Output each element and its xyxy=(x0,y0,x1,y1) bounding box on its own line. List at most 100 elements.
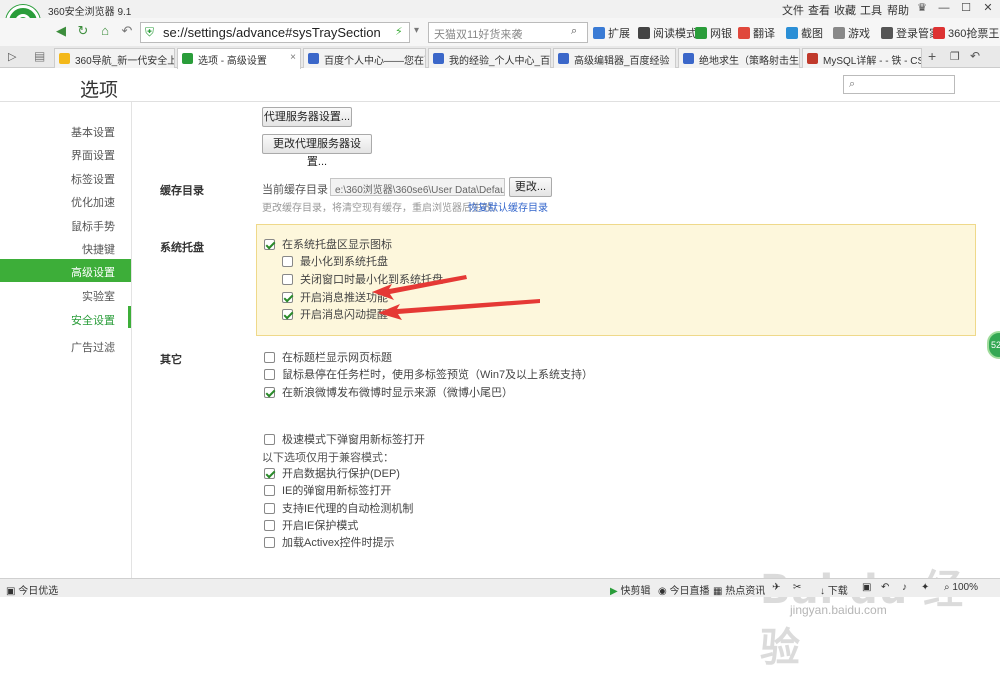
change-proxy-button[interactable]: 更改代理服务器设置... xyxy=(262,134,372,168)
speed-popup-checkbox[interactable]: 极速模式下弹窗用新标签打开 xyxy=(264,431,425,447)
address-bar[interactable]: ⛨ se://settings/advance#sysTraySection ⚡ xyxy=(140,22,410,43)
settings-search-input[interactable]: ⌕ xyxy=(843,75,955,94)
menu-view[interactable]: 查看 xyxy=(808,2,830,18)
sidebar-item-mouse-gesture[interactable]: 鼠标手势 xyxy=(71,218,115,234)
tab-editor[interactable]: 高级编辑器_百度经验 xyxy=(553,48,676,68)
ext-reader[interactable]: 阅读模式 xyxy=(638,25,697,41)
ext-games[interactable]: 游戏 xyxy=(833,25,870,41)
volume-icon[interactable]: ♪ xyxy=(902,582,907,593)
page-list-icon[interactable]: ▤ xyxy=(34,49,45,63)
checkbox-box[interactable] xyxy=(282,291,293,303)
tab-baidu-center[interactable]: 百度个人中心——您在百 xyxy=(303,48,426,68)
ext-bank[interactable]: 网银 xyxy=(695,25,732,41)
ext-tickets[interactable]: 360抢票王 xyxy=(933,25,999,41)
scissors-icon[interactable]: ✂ xyxy=(793,582,801,593)
sidebar-item-basic[interactable]: 基本设置 xyxy=(71,124,115,140)
zoom-level[interactable]: ⌕ 100% xyxy=(944,582,978,593)
tab-settings[interactable]: 选项 - 高级设置 × xyxy=(177,48,301,69)
home-icon[interactable]: ⌂ xyxy=(96,22,114,40)
ie-popup-checkbox[interactable]: IE的弹窗用新标签打开 xyxy=(264,482,391,498)
weibo-source-checkbox[interactable]: 在新浪微博发布微博时显示来源（微博小尾巴） xyxy=(264,384,513,400)
downloads[interactable]: ↓ 下载 xyxy=(820,582,848,597)
sidebar-item-lab[interactable]: 实验室 xyxy=(82,288,115,304)
ext-screenshot[interactable]: 截图 xyxy=(786,25,823,41)
back-icon[interactable]: ◀ xyxy=(52,22,70,40)
ext-login[interactable]: 登录管家 xyxy=(881,25,940,41)
tab-bar: ▷ ▤ 360导航_新一代安全上网 选项 - 高级设置 × 百度个人中心——您在百… xyxy=(0,46,1000,69)
tools-status-icon[interactable]: ✦ xyxy=(921,582,929,593)
skin-icon[interactable]: ♛ xyxy=(912,0,932,17)
sidebar-item-adblock[interactable]: 广告过滤 xyxy=(71,339,115,355)
undo-close-icon[interactable]: ↶ xyxy=(118,22,136,40)
restore-tab-icon[interactable]: ↶ xyxy=(970,49,980,63)
tab-mysql[interactable]: MySQL详解 - - 铁 - CS xyxy=(802,48,922,68)
checkbox-box[interactable] xyxy=(264,502,275,514)
title-bar-checkbox[interactable]: 在标题栏显示网页标题 xyxy=(264,349,392,365)
sidebar-item-tabs[interactable]: 标签设置 xyxy=(71,171,115,187)
checkbox-box[interactable] xyxy=(264,536,275,548)
ie-proxy-checkbox[interactable]: 支持IE代理的自动检测机制 xyxy=(264,500,413,516)
url-dropdown-icon[interactable]: ▾ xyxy=(414,25,419,36)
checkbox-box[interactable] xyxy=(264,433,275,445)
ext-reader-label: 阅读模式 xyxy=(653,28,697,40)
search-bar[interactable]: 天猫双11好货来袭 ⌕ xyxy=(428,22,588,43)
screenshot-status-icon[interactable]: ▣ xyxy=(862,582,871,593)
menu-file[interactable]: 文件 xyxy=(782,2,804,18)
checkbox-box[interactable] xyxy=(264,386,275,398)
checkbox-box[interactable] xyxy=(264,238,275,250)
checkbox-box[interactable] xyxy=(264,368,275,380)
menu-tools[interactable]: 工具 xyxy=(860,2,882,18)
checkbox-box[interactable] xyxy=(264,519,275,531)
maximize-button[interactable]: ☐ xyxy=(956,0,976,17)
accelerate-icon[interactable]: ✈ xyxy=(772,582,780,593)
sidebar-item-optimize[interactable]: 优化加速 xyxy=(71,194,115,210)
tab-label: 高级编辑器_百度经验 xyxy=(574,56,670,67)
proxy-settings-button[interactable]: 代理服务器设置... xyxy=(262,107,352,127)
sidebar-item-interface[interactable]: 界面设置 xyxy=(71,147,115,163)
dep-checkbox[interactable]: 开启数据执行保护(DEP) xyxy=(264,465,400,481)
change-cache-button[interactable]: 更改... xyxy=(509,177,552,197)
close-tab-icon[interactable]: × xyxy=(290,52,296,63)
tab-overview-icon[interactable]: ❐ xyxy=(950,50,960,63)
checkbox-box[interactable] xyxy=(264,467,275,479)
quick-edit[interactable]: ▶ 快剪辑 xyxy=(610,582,650,597)
sidebar-item-advanced[interactable]: 高级设置 xyxy=(0,259,131,282)
hot-news[interactable]: ▦ 热点资讯 xyxy=(713,582,765,597)
sidebar-item-security[interactable]: 安全设置 xyxy=(71,312,115,328)
new-tab-icon[interactable]: + xyxy=(928,48,936,64)
restore-default-cache-link[interactable]: 恢复默认缓存目录 xyxy=(468,199,548,214)
today-picks[interactable]: ▣ 今日优选 xyxy=(6,582,58,597)
checkbox-label: 极速模式下弹窗用新标签打开 xyxy=(282,434,425,446)
refresh-icon[interactable]: ↻ xyxy=(74,22,92,40)
tab-pubg[interactable]: 绝地求生（策略射击生存 xyxy=(678,48,800,68)
tab-my-experience[interactable]: 我的经验_个人中心_百度 xyxy=(428,48,551,68)
sidebar-toggle-icon[interactable]: ▷ xyxy=(8,50,16,63)
ext-translate-label: 翻译 xyxy=(753,28,775,40)
floating-speed-ball[interactable]: 52 xyxy=(987,331,1000,359)
menu-help[interactable]: 帮助 xyxy=(887,2,909,18)
close-window-button[interactable]: ✕ xyxy=(978,0,998,17)
search-icon[interactable]: ⌕ xyxy=(571,25,577,38)
ie-protect-checkbox[interactable]: 开启IE保护模式 xyxy=(264,517,358,533)
show-tray-icon-checkbox[interactable]: 在系统托盘区显示图标 xyxy=(264,236,392,252)
minimize-to-tray-checkbox[interactable]: 最小化到系统托盘 xyxy=(282,253,388,269)
minimize-button[interactable]: — xyxy=(934,0,954,17)
sidebar-item-shortcuts[interactable]: 快捷键 xyxy=(82,241,115,257)
title-bar: 360安全浏览器 9.1 文件 查看 收藏 工具 帮助 ♛ — ☐ ✕ xyxy=(0,0,1000,18)
activex-checkbox[interactable]: 加载Activex控件时提示 xyxy=(264,534,394,550)
checkbox-box[interactable] xyxy=(282,308,293,320)
live-today[interactable]: ◉ 今日直播 xyxy=(658,582,710,597)
ext-extensions[interactable]: 扩展 xyxy=(593,25,630,41)
checkbox-box[interactable] xyxy=(264,351,275,363)
taskbar-preview-checkbox[interactable]: 鼠标悬停在任务栏时，使用多标签预览（Win7及以上系统支持） xyxy=(264,366,593,382)
checkbox-box[interactable] xyxy=(282,255,293,267)
ext-translate[interactable]: 翻译 xyxy=(738,25,775,41)
checkbox-box[interactable] xyxy=(282,273,293,285)
speed-mode-icon[interactable]: ⚡ xyxy=(395,25,403,38)
cache-section-label: 缓存目录 xyxy=(160,185,204,197)
tab-360-nav[interactable]: 360导航_新一代安全上网 xyxy=(54,48,175,68)
undo-status-icon[interactable]: ↶ xyxy=(881,582,889,593)
menu-favorites[interactable]: 收藏 xyxy=(834,2,856,18)
checkbox-box[interactable] xyxy=(264,484,275,496)
checkbox-label: 在新浪微博发布微博时显示来源（微博小尾巴） xyxy=(282,387,513,399)
